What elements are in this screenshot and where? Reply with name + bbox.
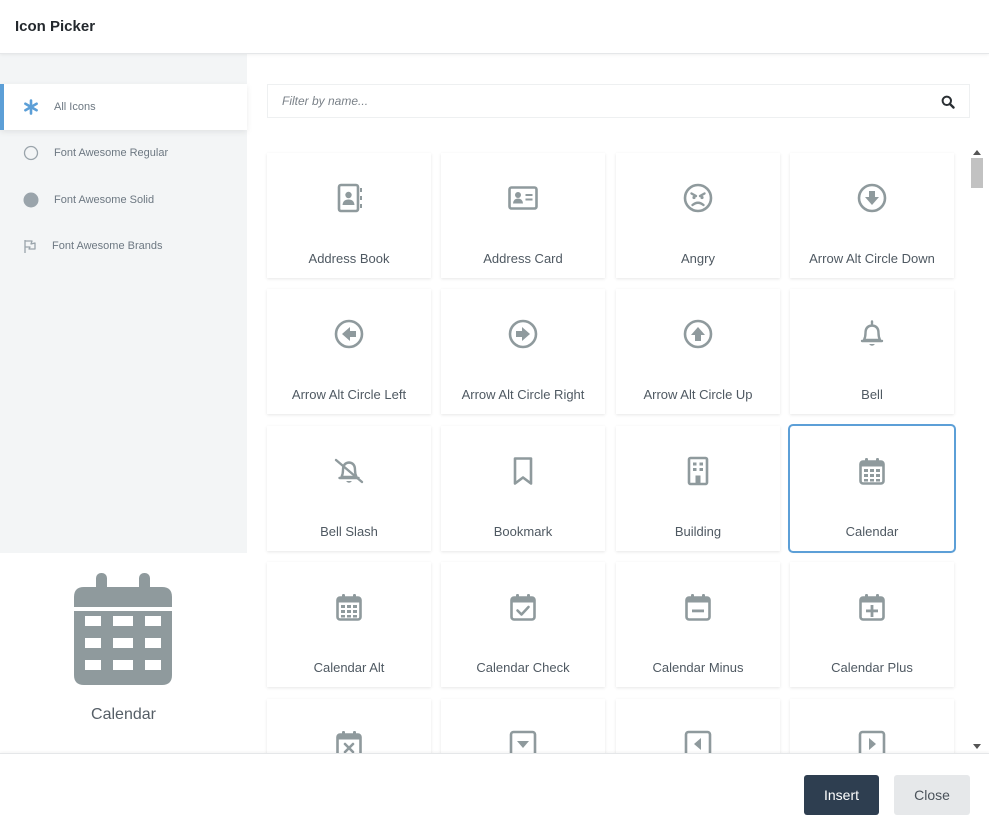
icon-tile-label: Arrow Alt Circle Right [461, 387, 585, 402]
icon-tile-label: Calendar Check [476, 660, 570, 675]
sidebar-item-label: Font Awesome Brands [52, 240, 163, 252]
preview-icon-name: Calendar [91, 706, 156, 723]
icon-search-bar [267, 84, 970, 118]
dialog-footer: Insert Close [0, 753, 989, 827]
calendar-times-icon [333, 728, 365, 753]
icon-tile-calendar-times[interactable] [267, 699, 431, 753]
icon-tile-arrow-alt-circle-left[interactable]: Arrow Alt Circle Left [267, 289, 431, 414]
calendar-icon [856, 455, 888, 487]
icon-grid-scrollbar[interactable] [970, 150, 984, 750]
icon-tile-label: Bell [861, 387, 883, 402]
calendar-alt-icon [333, 591, 365, 623]
calendar-minus-icon [682, 591, 714, 623]
icon-tile-arrow-alt-circle-up[interactable]: Arrow Alt Circle Up [616, 289, 780, 414]
caret-square-down-icon [507, 728, 539, 753]
building-icon [682, 455, 714, 487]
caret-square-left-icon [682, 728, 714, 753]
sidebar-item-font-awesome-solid[interactable]: Font Awesome Solid [0, 177, 247, 223]
icon-tile-label: Arrow Alt Circle Down [809, 251, 935, 266]
selected-icon-preview: Calendar [0, 553, 247, 753]
sidebar-item-font-awesome-regular[interactable]: Font Awesome Regular [0, 130, 247, 176]
scroll-down-arrow-icon[interactable] [973, 744, 981, 749]
icon-tile-label: Calendar Minus [652, 660, 744, 675]
icon-tile-label: Building [674, 524, 722, 539]
icon-tile-label: Calendar Plus [831, 660, 913, 675]
icon-tile-caret-square-left[interactable] [616, 699, 780, 753]
icon-tile-label: Arrow Alt Circle Up [643, 387, 753, 402]
scroll-up-arrow-icon[interactable] [973, 150, 981, 155]
insert-button[interactable]: Insert [804, 775, 879, 815]
arrow-alt-circle-up-icon [682, 318, 714, 350]
icon-tile-bell[interactable]: Bell [790, 289, 954, 414]
sidebar-item-label: Font Awesome Regular [54, 147, 169, 159]
circle-solid-icon [23, 192, 39, 208]
arrow-alt-circle-right-icon [507, 318, 539, 350]
flag-icon [22, 238, 38, 254]
icon-tile-label: Calendar Alt [313, 660, 385, 675]
bell-slash-icon [333, 455, 365, 487]
icon-tile-building[interactable]: Building [616, 426, 780, 551]
close-button[interactable]: Close [894, 775, 970, 815]
icon-tile-angry[interactable]: Angry [616, 153, 780, 278]
icon-tile-arrow-alt-circle-right[interactable]: Arrow Alt Circle Right [441, 289, 605, 414]
calendar-check-icon [507, 591, 539, 623]
search-input[interactable] [268, 85, 928, 117]
calendar-plus-icon [856, 591, 888, 623]
address-card-icon [507, 182, 539, 214]
icon-tile-label: Bell Slash [320, 524, 378, 539]
icon-tile-bookmark[interactable]: Bookmark [441, 426, 605, 551]
icon-tile-bell-slash[interactable]: Bell Slash [267, 426, 431, 551]
sidebar-item-label: Font Awesome Solid [54, 194, 155, 206]
asterisk-icon [23, 99, 39, 115]
sidebar-item-font-awesome-brands[interactable]: Font Awesome Brands [0, 223, 247, 269]
icon-tile-caret-square-down[interactable] [441, 699, 605, 753]
search-icon[interactable] [941, 95, 955, 109]
circle-outline-icon [23, 145, 39, 161]
bell-icon [856, 318, 888, 350]
icon-tile-calendar-check[interactable]: Calendar Check [441, 562, 605, 687]
icon-tile-caret-square-right[interactable] [790, 699, 954, 753]
icon-tile-label: Angry [681, 251, 715, 266]
icon-tile-label: Bookmark [493, 524, 553, 539]
scrollbar-thumb[interactable] [971, 158, 983, 188]
icon-tile-calendar[interactable]: Calendar [788, 424, 956, 553]
icon-tile-address-card[interactable]: Address Card [441, 153, 605, 278]
icon-tile-label: Address Card [483, 251, 563, 266]
bookmark-icon [507, 455, 539, 487]
icon-tile-calendar-plus[interactable]: Calendar Plus [790, 562, 954, 687]
dialog-title: Icon Picker [15, 18, 96, 35]
icon-tile-label: Address Book [308, 251, 390, 266]
address-book-icon [333, 182, 365, 214]
icon-tile-calendar-minus[interactable]: Calendar Minus [616, 562, 780, 687]
icon-tile-arrow-alt-circle-down[interactable]: Arrow Alt Circle Down [790, 153, 954, 278]
icon-tile-label: Arrow Alt Circle Left [291, 387, 407, 402]
sidebar-item-label: All Icons [54, 101, 96, 113]
arrow-alt-circle-left-icon [333, 318, 365, 350]
arrow-alt-circle-down-icon [856, 182, 888, 214]
calendar-icon [74, 573, 172, 685]
angry-icon [682, 182, 714, 214]
icon-tile-calendar-alt[interactable]: Calendar Alt [267, 562, 431, 687]
icon-tile-address-book[interactable]: Address Book [267, 153, 431, 278]
caret-square-right-icon [856, 728, 888, 753]
dialog-header: Icon Picker [0, 0, 989, 54]
icon-tile-label: Calendar [845, 524, 899, 539]
sidebar-item-all-icons[interactable]: All Icons [0, 84, 247, 130]
icon-grid: Address Book Address Card Angry Arrow Alt C… [247, 130, 989, 753]
